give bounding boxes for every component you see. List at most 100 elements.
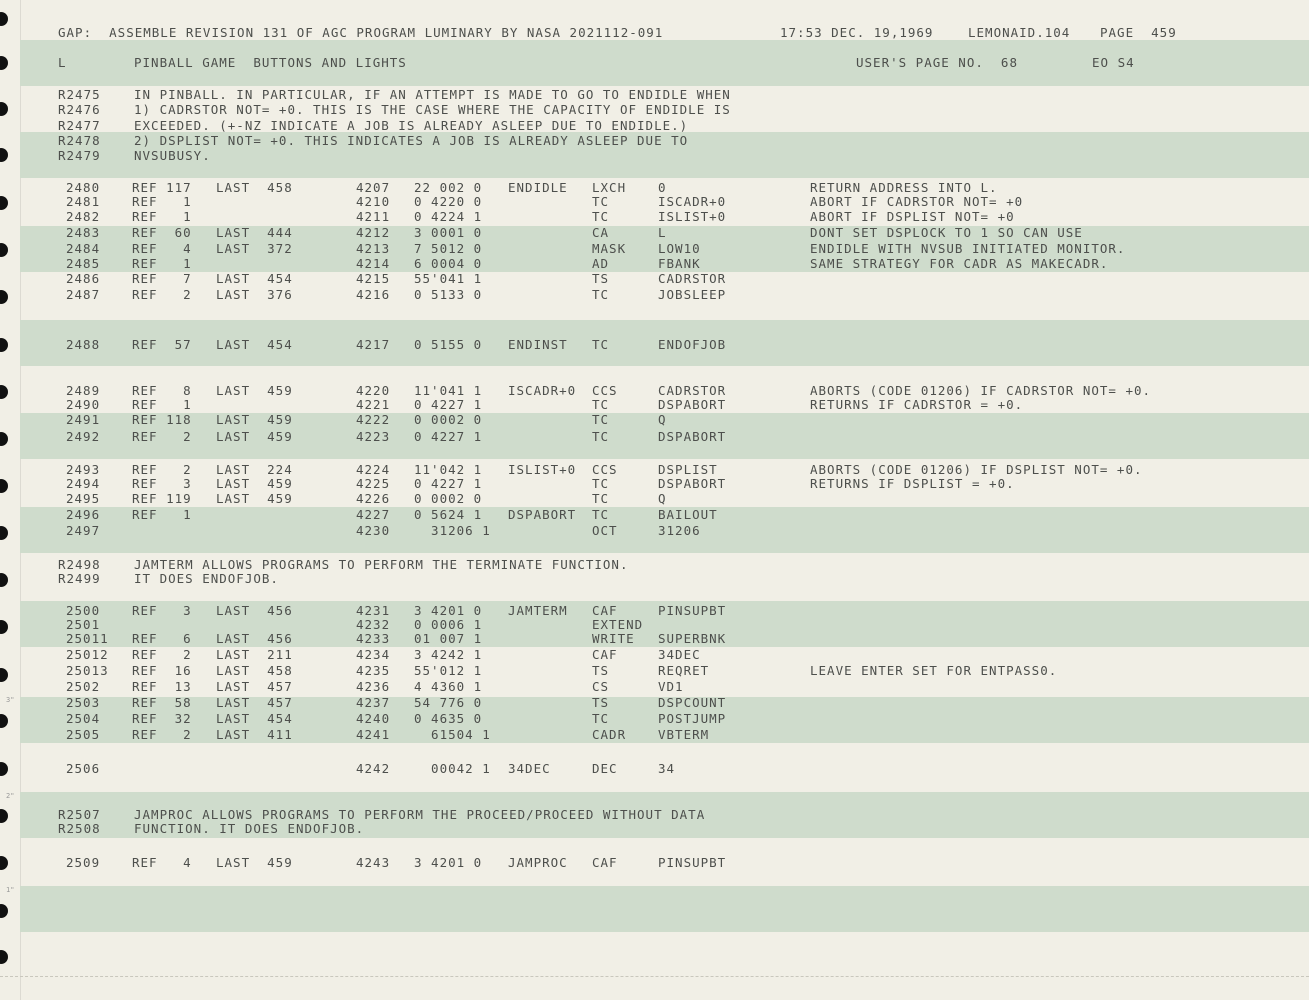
ref-count: REF 8 <box>132 383 192 398</box>
tractor-hole <box>0 668 8 682</box>
address: 4235 <box>356 663 391 678</box>
ref-count: REF 2 <box>132 287 192 302</box>
tractor-hole <box>0 290 8 304</box>
users-page-number: USER'S PAGE NO. 68 <box>856 55 1018 70</box>
remark: RETURN ADDRESS INTO L. <box>810 180 998 195</box>
octal-word: 0 4224 1 <box>414 209 483 224</box>
octal-word: 0 4220 0 <box>414 194 483 209</box>
octal-word: 0 4635 0 <box>414 711 483 726</box>
operand: PINSUPBT <box>658 603 727 618</box>
octal-word: 7 5012 0 <box>414 241 483 256</box>
label: ENDIDLE <box>508 180 568 195</box>
octal-word: 54 776 0 <box>414 695 483 710</box>
ref-count: REF 7 <box>132 271 192 286</box>
operand: Q <box>658 412 667 427</box>
tractor-hole <box>0 526 8 540</box>
tractor-hole <box>0 573 8 587</box>
octal-word: 4 4360 1 <box>414 679 483 694</box>
last-ref: LAST 372 <box>216 241 293 256</box>
operand: PINSUPBT <box>658 855 727 870</box>
line-number: 2480 <box>66 180 101 195</box>
operand: POSTJUMP <box>658 711 727 726</box>
line-number: 2497 <box>66 523 101 538</box>
ref-count: REF 3 <box>132 476 192 491</box>
comment-text: IN PINBALL. IN PARTICULAR, IF AN ATTEMPT… <box>134 87 731 102</box>
address: 4221 <box>356 397 391 412</box>
line-number: 2496 <box>66 507 101 522</box>
operand: VD1 <box>658 679 684 694</box>
line-number: 2490 <box>66 397 101 412</box>
opcode: TS <box>592 695 610 710</box>
eo-code: EO S4 <box>1092 55 1135 70</box>
last-ref: LAST 456 <box>216 603 293 618</box>
ref-count: REF 2 <box>132 429 192 444</box>
operand: REQRET <box>658 663 710 678</box>
octal-word: 0 0006 1 <box>414 617 483 632</box>
line-number: 2482 <box>66 209 101 224</box>
line-number: 2491 <box>66 412 101 427</box>
octal-word: 6 0004 0 <box>414 256 483 271</box>
remark: ABORTS (CODE 01206) IF CADRSTOR NOT= +0. <box>810 383 1152 398</box>
opcode: CAF <box>592 603 618 618</box>
ref-count: REF 60 <box>132 225 192 240</box>
octal-word: 55'041 1 <box>414 271 483 286</box>
address: 4207 <box>356 180 391 195</box>
last-ref: LAST 459 <box>216 412 293 427</box>
label: ISLIST+0 <box>508 462 577 477</box>
opcode: TS <box>592 663 610 678</box>
remark: RETURNS IF DSPLIST = +0. <box>810 476 1015 491</box>
address: 4243 <box>356 855 391 870</box>
operand: ISCADR+0 <box>658 194 727 209</box>
comment-text: NVSUBUSY. <box>134 148 211 164</box>
opcode: TC <box>592 397 610 412</box>
remark: ENDIDLE WITH NVSUB INITIATED MONITOR. <box>810 241 1126 256</box>
octal-word: 0 0002 0 <box>414 412 483 427</box>
address: 4230 <box>356 523 391 538</box>
tractor-hole <box>0 385 8 399</box>
line-number: 2501 <box>66 617 101 632</box>
assembly-timestamp: 17:53 DEC. 19,1969 <box>780 25 934 40</box>
line-number: 2489 <box>66 383 101 398</box>
last-ref: LAST 458 <box>216 180 293 195</box>
line-number: 2492 <box>66 429 101 444</box>
last-ref: LAST 454 <box>216 271 293 286</box>
ref-count: REF 1 <box>132 507 192 522</box>
opcode: CADR <box>592 727 627 742</box>
opcode: LXCH <box>592 180 627 195</box>
operand: 34DEC <box>658 647 701 662</box>
opcode: CA <box>592 225 610 240</box>
operand: DSPABORT <box>658 476 727 491</box>
comment-text: JAMPROC ALLOWS PROGRAMS TO PERFORM THE P… <box>134 807 706 822</box>
printout-page: 3" 2" 1" GAP: ASSEMBLE REVISION 131 OF A… <box>0 0 1309 1000</box>
last-ref: LAST 376 <box>216 287 293 302</box>
opcode: WRITE <box>592 631 635 646</box>
tractor-hole <box>0 904 8 918</box>
address: 4214 <box>356 256 391 271</box>
operand: 0 <box>658 180 667 195</box>
operand: JOBSLEEP <box>658 287 727 302</box>
line-number: 2483 <box>66 225 101 240</box>
opcode: TC <box>592 711 610 726</box>
margin-mark: 3" <box>6 696 15 704</box>
line-number: 2502 <box>66 679 101 694</box>
tractor-hole <box>0 102 8 116</box>
octal-word: 61504 1 <box>414 727 491 742</box>
operand: DSPCOUNT <box>658 695 727 710</box>
ref-count: REF 57 <box>132 337 192 352</box>
line-number: 2493 <box>66 462 101 477</box>
tractor-hole <box>0 479 8 493</box>
comment-text: FUNCTION. IT DOES ENDOFJOB. <box>134 821 365 836</box>
operand: DSPLIST <box>658 462 718 477</box>
tractor-hole <box>0 148 8 162</box>
operand: L <box>658 225 667 240</box>
comment-line-number: R2507 <box>58 807 101 822</box>
opcode: TC <box>592 491 610 506</box>
line-number: 2503 <box>66 695 101 710</box>
tractor-hole <box>0 56 8 70</box>
address: 4232 <box>356 617 391 632</box>
ref-count: REF 32 <box>132 711 192 726</box>
address: 4242 <box>356 761 391 776</box>
opcode: TC <box>592 337 610 352</box>
last-ref: LAST 211 <box>216 647 293 662</box>
operand: DSPABORT <box>658 429 727 444</box>
